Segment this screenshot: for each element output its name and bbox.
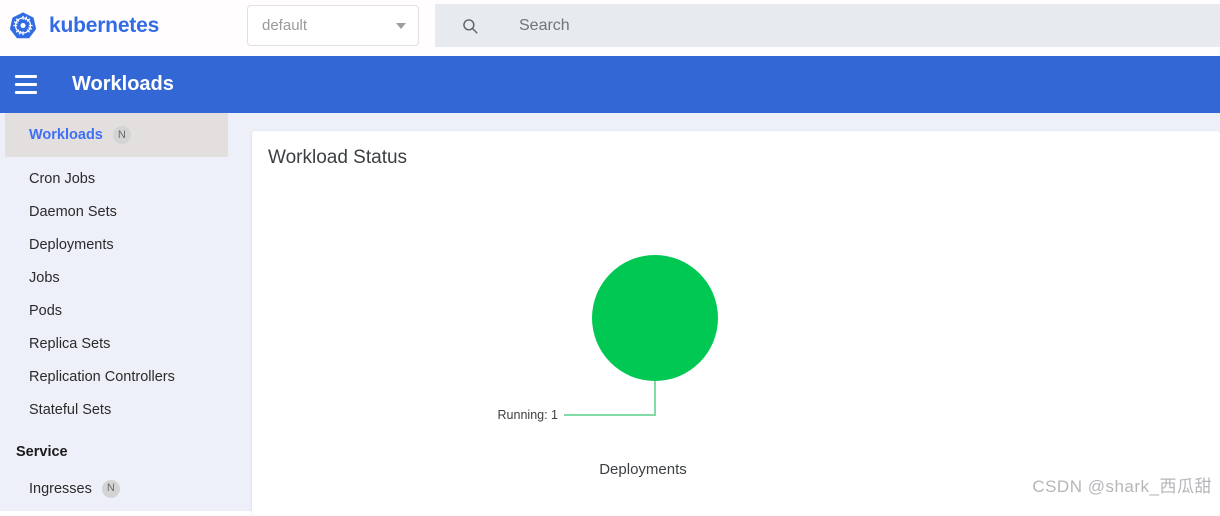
sidebar-item-label: Replica Sets (29, 335, 111, 352)
search-icon (463, 18, 478, 33)
sidebar-item-daemon-sets[interactable]: Daemon Sets (0, 195, 238, 228)
sidebar-item-label: Deployments (29, 236, 114, 253)
namespace-badge: N (101, 479, 120, 498)
namespace-value: default (262, 17, 308, 34)
card-title: Workload Status (268, 147, 408, 168)
sidebar-item-cron-jobs[interactable]: Cron Jobs (0, 162, 238, 195)
sidebar-item-ingresses[interactable]: Ingresses N (0, 472, 238, 505)
page-title: Workloads (72, 73, 174, 95)
sidebar-item-label: Replication Controllers (29, 368, 175, 385)
search-bar[interactable] (435, 4, 1220, 47)
sidebar-item-pods[interactable]: Pods (0, 294, 238, 327)
sidebar-item-replica-sets[interactable]: Replica Sets (0, 327, 238, 360)
sidebar-item-label: Pods (29, 302, 63, 319)
sidebar-item-label: Ingresses (29, 480, 92, 497)
watermark: CSDN @shark_西瓜甜 (1032, 477, 1212, 496)
sidebar-item-stateful-sets[interactable]: Stateful Sets (0, 393, 238, 426)
chart-caption-label: Deployments (599, 461, 687, 478)
namespace-badge: N (112, 126, 131, 144)
sidebar-item-deployments[interactable]: Deployments (0, 228, 238, 261)
kubernetes-dashboard: kubernetes default Workloads Workloads N… (0, 0, 1220, 516)
workload-status-chart: Running: 1 Deployments (252, 171, 1220, 516)
hamburger-menu-icon[interactable] (7, 66, 45, 104)
sidebar-item-jobs[interactable]: Jobs (0, 261, 238, 294)
sidebar-item-label: Workloads (29, 127, 103, 143)
sidebar-item-workloads[interactable]: Workloads N (5, 113, 228, 157)
search-input[interactable] (519, 16, 1119, 35)
main-content: Workload Status Running: 1 Deployments (238, 113, 1220, 516)
sidebar-item-label: Daemon Sets (29, 203, 117, 220)
brand[interactable]: kubernetes (0, 11, 232, 41)
pie-slice-running[interactable] (592, 255, 718, 381)
pie-leader-line (564, 381, 656, 416)
workload-status-card: Workload Status Running: 1 Deployments (252, 131, 1220, 516)
brand-name: kubernetes (49, 13, 160, 37)
top-header: kubernetes default (0, 0, 1220, 51)
sidebar-item-replication-controllers[interactable]: Replication Controllers (0, 360, 238, 393)
sidebar-section-label: Service (16, 444, 68, 460)
namespace-selector[interactable]: default (247, 5, 419, 46)
sidebar-nav: Workloads N Cron Jobs Daemon Sets Deploy… (0, 113, 238, 511)
sidebar-item-label: Cron Jobs (29, 170, 96, 187)
pie-slice-label-running: Running: 1 (498, 408, 559, 422)
page-toolbar: Workloads (0, 56, 1220, 113)
chevron-down-icon (396, 22, 406, 29)
sidebar-item-label: Stateful Sets (29, 401, 112, 418)
sidebar-section-service: Service (0, 432, 238, 472)
sidebar-item-label: Jobs (29, 269, 60, 286)
kubernetes-helm-icon (9, 11, 37, 38)
